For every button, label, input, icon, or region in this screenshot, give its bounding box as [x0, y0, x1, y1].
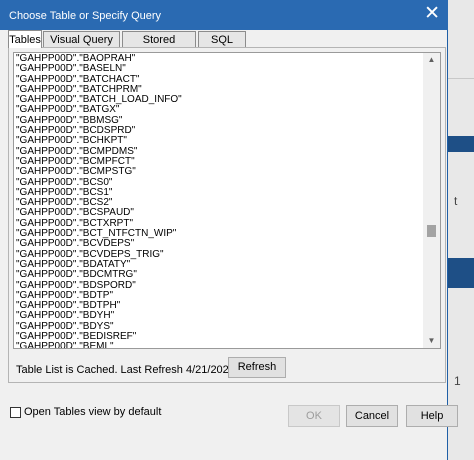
tables-tab-panel: "GAHPP00D"."BAOPRAH" "GAHPP00D"."BASELN" "… [8, 47, 446, 383]
background-glyph: t [454, 194, 458, 208]
dialog-title: Choose Table or Specify Query [9, 10, 162, 22]
table-list-item[interactable]: "GAHPP00D"."BDCMTRG" [16, 269, 426, 280]
ok-button[interactable]: OK [288, 405, 340, 427]
open-tables-default-label[interactable]: Open Tables view by default [24, 406, 161, 418]
close-icon[interactable]: ✕ [424, 3, 440, 25]
tab-stored-procedures[interactable]: Stored Procedures [122, 31, 196, 62]
background-highlight-bar [448, 258, 474, 288]
table-listbox[interactable]: "GAHPP00D"."BAOPRAH" "GAHPP00D"."BASELN" "… [13, 52, 441, 349]
tab-tables[interactable]: Tables [8, 30, 42, 48]
tab-sql-editor[interactable]: SQL Editor [198, 31, 246, 62]
table-list-item[interactable]: "GAHPP00D"."BEML" [16, 342, 426, 348]
refresh-button[interactable]: Refresh [228, 357, 286, 378]
background-window: t 1 [448, 0, 474, 460]
title-bar[interactable]: Choose Table or Specify Query ✕ [0, 0, 448, 30]
table-list: "GAHPP00D"."BAOPRAH" "GAHPP00D"."BASELN" "… [16, 53, 426, 348]
background-highlight-bar [448, 136, 474, 152]
tab-visual-query-builder[interactable]: Visual Query Builder [43, 31, 120, 62]
choose-table-dialog: Choose Table or Specify Query ✕ Tables V… [0, 0, 458, 460]
help-button[interactable]: Help [406, 405, 458, 427]
scroll-up-icon[interactable]: ▲ [423, 53, 440, 67]
open-tables-default-checkbox[interactable] [10, 407, 21, 418]
background-glyph: 1 [454, 374, 461, 388]
scrollbar-thumb[interactable] [427, 225, 436, 237]
vertical-scrollbar[interactable]: ▲ ▼ [423, 53, 440, 348]
scroll-down-icon[interactable]: ▼ [423, 334, 440, 348]
background-divider [448, 78, 474, 79]
cancel-button[interactable]: Cancel [346, 405, 398, 427]
